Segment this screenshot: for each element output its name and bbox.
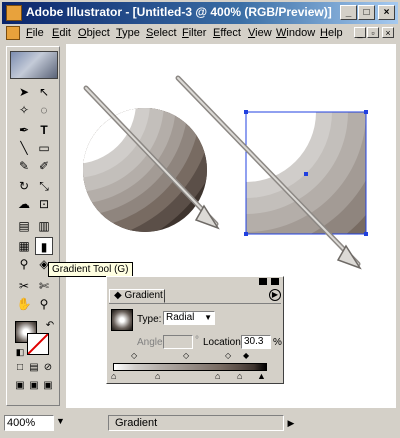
angle-field[interactable] bbox=[163, 335, 193, 349]
angle-label: Angle: bbox=[137, 337, 166, 348]
menu-bar: File Edit Object Type Select Filter Effe… bbox=[2, 24, 398, 42]
color-stop[interactable]: ⌂ bbox=[155, 371, 160, 381]
color-stop[interactable]: ⌂ bbox=[237, 371, 242, 381]
gradient-ramp[interactable] bbox=[113, 363, 267, 371]
percent-symbol: % bbox=[273, 337, 282, 348]
gradient-panel-titlebar[interactable] bbox=[107, 277, 283, 287]
menu-object[interactable]: Object bbox=[78, 27, 110, 39]
mesh-tool-icon[interactable]: ▦ bbox=[15, 237, 33, 255]
direct-selection-tool-icon[interactable]: ↖ bbox=[35, 83, 53, 101]
eyedropper-tool-icon[interactable]: ⚲ bbox=[15, 255, 33, 273]
gradient-tool-icon[interactable]: ▮ bbox=[35, 237, 53, 255]
gradient-preview-swatch[interactable] bbox=[111, 309, 133, 331]
menu-type[interactable]: Type bbox=[116, 27, 140, 39]
swap-fill-stroke-icon[interactable]: ↶ bbox=[41, 317, 59, 335]
type-label: Type: bbox=[137, 314, 162, 325]
column-graph-tool-icon[interactable]: ▥ bbox=[35, 217, 53, 235]
document-close-button[interactable]: × bbox=[382, 27, 394, 38]
gradient-panel: ◆ Gradient ▶ Type: Radial ▼ Angle: ° Loc… bbox=[106, 276, 284, 384]
scissors-tool-icon[interactable]: ✂ bbox=[15, 277, 33, 295]
gradient-tool-tooltip: Gradient Tool (G) bbox=[48, 262, 133, 277]
degree-symbol: ° bbox=[195, 335, 199, 346]
illustrator-app-icon[interactable] bbox=[6, 5, 22, 21]
lasso-tool-icon[interactable]: ◌ bbox=[35, 101, 53, 119]
document-restore-button[interactable]: ▫ bbox=[367, 27, 379, 38]
scale-tool-icon[interactable]: ⤡ bbox=[35, 177, 53, 195]
application-window: Adobe Illustrator - [Untitled-3 @ 400% (… bbox=[0, 0, 400, 438]
rectangle-tool-icon[interactable]: ▭ bbox=[35, 139, 53, 157]
magic-wand-tool-icon[interactable]: ✧ bbox=[15, 101, 33, 119]
panel-close-button[interactable] bbox=[271, 278, 279, 285]
pencil-tool-icon[interactable]: ✐ bbox=[35, 157, 53, 175]
rotate-tool-icon[interactable]: ↻ bbox=[15, 177, 33, 195]
menu-help[interactable]: Help bbox=[320, 27, 343, 39]
knife-tool-icon[interactable]: ✄ bbox=[35, 277, 53, 295]
location-label: Location: bbox=[203, 337, 244, 348]
menu-select[interactable]: Select bbox=[146, 27, 177, 39]
selection-tool-icon[interactable]: ➤ bbox=[15, 83, 33, 101]
color-stop[interactable]: ⌂ bbox=[215, 371, 220, 381]
color-stop[interactable]: ⌂ bbox=[111, 371, 116, 381]
gradient-type-value: Radial bbox=[166, 312, 195, 323]
menu-view[interactable]: View bbox=[248, 27, 272, 39]
maximize-button[interactable]: □ bbox=[358, 5, 375, 20]
line-tool-icon[interactable]: ╲ bbox=[15, 139, 33, 157]
menu-effect[interactable]: Effect bbox=[213, 27, 241, 39]
pen-tool-icon[interactable]: ✒ bbox=[15, 121, 33, 139]
chevron-down-icon: ▼ bbox=[204, 313, 212, 322]
stroke-swatch[interactable] bbox=[27, 333, 49, 355]
document-icon[interactable] bbox=[6, 26, 20, 40]
location-field[interactable]: 30.3 bbox=[241, 335, 271, 349]
hand-tool-icon[interactable]: ✋ bbox=[15, 295, 33, 313]
gradient-tab[interactable]: ◆ Gradient bbox=[109, 289, 165, 303]
midpoint-diamond[interactable]: ◆ bbox=[243, 351, 249, 360]
gradient-type-select[interactable]: Radial ▼ bbox=[163, 311, 215, 325]
color-stop-selected[interactable]: ▲ bbox=[257, 371, 266, 381]
zoom-dropdown-icon[interactable]: ▼ bbox=[56, 416, 65, 426]
toolbox-header-image bbox=[10, 51, 58, 79]
status-menu-arrow-icon[interactable]: ▶ bbox=[284, 415, 298, 431]
warp-tool-icon[interactable]: ☁ bbox=[15, 195, 33, 213]
menu-window[interactable]: Window bbox=[276, 27, 315, 39]
document-minimize-button[interactable]: _ bbox=[354, 27, 366, 38]
status-bar: 400% ▼ Gradient ▶ bbox=[2, 412, 398, 434]
zoom-tool-icon[interactable]: ⚲ bbox=[35, 295, 53, 313]
menu-filter[interactable]: Filter bbox=[182, 27, 206, 39]
title-bar[interactable]: Adobe Illustrator - [Untitled-3 @ 400% (… bbox=[2, 2, 398, 24]
color-stops: ⌂ ⌂ ⌂ ⌂ ▲ bbox=[111, 371, 279, 381]
midpoint-diamond[interactable]: ◇ bbox=[225, 351, 231, 360]
window-title: Adobe Illustrator - [Untitled-3 @ 400% (… bbox=[26, 5, 332, 19]
symbol-sprayer-tool-icon[interactable]: ▤ bbox=[15, 217, 33, 235]
gradient-tab-label: Gradient bbox=[124, 290, 163, 301]
minimize-button[interactable]: _ bbox=[340, 5, 357, 20]
panel-minimize-button[interactable] bbox=[259, 278, 267, 285]
none-mode-icon[interactable]: ⊘ bbox=[39, 359, 57, 377]
menu-edit[interactable]: Edit bbox=[52, 27, 71, 39]
full-screen-mode-icon[interactable]: ▣ bbox=[39, 377, 57, 395]
panel-menu-button[interactable]: ▶ bbox=[269, 289, 281, 301]
midpoint-diamond[interactable]: ◇ bbox=[131, 351, 137, 360]
type-tool-icon[interactable]: T bbox=[35, 121, 53, 139]
paintbrush-tool-icon[interactable]: ✎ bbox=[15, 157, 33, 175]
toolbox-panel: ➤ ↖ ✧ ◌ ✒ T ╲ ▭ ✎ ✐ ↻ ⤡ ☁ ⊡ ▤ ▥ ▦ ▮ ⚲ ◈ … bbox=[6, 46, 60, 406]
zoom-level-field[interactable]: 400% bbox=[4, 415, 54, 431]
close-button[interactable]: × bbox=[378, 5, 395, 20]
tab-toggle-icon: ◆ bbox=[114, 290, 125, 301]
free-transform-tool-icon[interactable]: ⊡ bbox=[35, 195, 53, 213]
status-info-field[interactable]: Gradient bbox=[108, 415, 284, 431]
midpoint-diamonds: ◇ ◇ ◇ ◆ bbox=[111, 351, 279, 361]
menu-file[interactable]: File bbox=[26, 27, 44, 39]
midpoint-diamond[interactable]: ◇ bbox=[183, 351, 189, 360]
